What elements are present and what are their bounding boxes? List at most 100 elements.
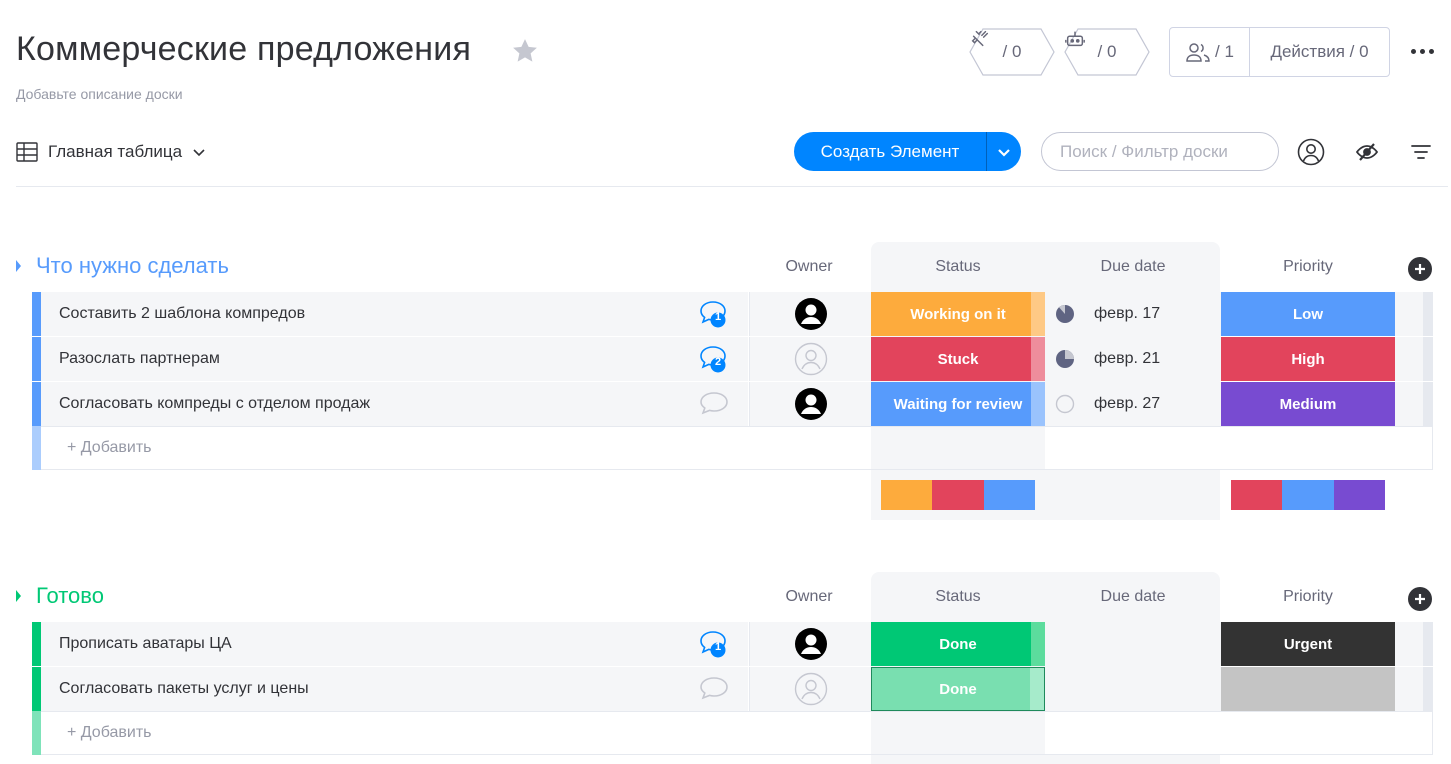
due-date-cell[interactable]	[1045, 667, 1221, 711]
header-divider	[16, 186, 1448, 187]
members-button[interactable]: / 1	[1170, 28, 1250, 76]
add-item-input[interactable]: + Добавить	[41, 426, 1433, 470]
owner-cell[interactable]	[749, 622, 871, 666]
plus-icon	[1415, 594, 1425, 604]
activity-log-button[interactable]: Действия / 0	[1250, 42, 1389, 62]
status-label: Done	[939, 635, 977, 653]
priority-cell[interactable]: Urgent	[1221, 622, 1395, 666]
users-icon	[1186, 43, 1210, 62]
avatar-icon	[794, 628, 827, 660]
chat-bubble-empty-icon	[700, 677, 728, 700]
view-tab-label: Главная таблица	[48, 142, 183, 161]
owner-cell[interactable]	[749, 382, 871, 426]
owner-cell[interactable]	[749, 292, 871, 336]
column-header-owner[interactable]: Owner	[749, 588, 869, 606]
comments-button[interactable]	[697, 388, 731, 420]
priority-cell[interactable]: Low	[1221, 292, 1395, 336]
group-collapse-icon[interactable]	[14, 588, 22, 604]
status-cell[interactable]: Stuck	[871, 337, 1045, 381]
comment-count: 2	[714, 356, 722, 368]
add-column-button[interactable]	[1408, 587, 1432, 611]
robot-icon	[1065, 31, 1085, 47]
due-date-cell[interactable]: февр. 27	[1045, 382, 1221, 426]
group-collapse-icon[interactable]	[14, 258, 22, 274]
comment-count: 1	[714, 641, 722, 653]
automations-count: / 0	[1097, 42, 1117, 61]
column-header-status[interactable]: Status	[871, 258, 1045, 276]
priority-label: Urgent	[1283, 635, 1333, 653]
filter-button[interactable]	[1406, 137, 1436, 167]
chevron-down-icon[interactable]	[192, 145, 206, 159]
column-header-status[interactable]: Status	[871, 588, 1045, 606]
owner-cell[interactable]	[749, 337, 871, 381]
integrations-button[interactable]: / 0	[969, 28, 1055, 76]
priority-cell[interactable]: High	[1221, 337, 1395, 381]
dot-icon	[1428, 48, 1434, 54]
chat-bubble-empty-icon	[700, 392, 728, 415]
priority-summary-bar[interactable]	[1231, 480, 1385, 510]
group-title-todo[interactable]: Что нужно сделать	[36, 253, 229, 279]
column-header-due-date[interactable]: Due date	[1045, 588, 1221, 606]
status-cell[interactable]: Done	[871, 622, 1045, 666]
due-date-cell[interactable]	[1045, 622, 1221, 666]
person-filter-button[interactable]	[1296, 137, 1326, 167]
clock-mostly-icon	[1056, 305, 1074, 323]
status-label: Stuck	[937, 350, 979, 368]
status-cell[interactable]: Working on it	[871, 292, 1045, 336]
due-date-cell[interactable]: февр. 17	[1045, 292, 1221, 336]
due-date-text: февр. 21	[1094, 350, 1161, 367]
add-column-button[interactable]	[1408, 257, 1432, 281]
owner-cell[interactable]	[749, 667, 871, 711]
column-header-priority[interactable]: Priority	[1221, 258, 1395, 276]
create-item-button-group: Создать Элемент	[794, 132, 1021, 171]
members-count: / 1	[1215, 42, 1234, 61]
empty-avatar-icon	[794, 672, 827, 706]
integrations-count: / 0	[1002, 42, 1022, 61]
filter-lines-icon	[1411, 145, 1431, 159]
due-date-text: февр. 27	[1094, 395, 1161, 412]
column-header-owner[interactable]: Owner	[749, 258, 869, 276]
priority-label: High	[1291, 350, 1325, 368]
status-label: Working on it	[910, 305, 1006, 323]
priority-cell[interactable]	[1221, 667, 1395, 711]
comments-button[interactable]: 1	[697, 298, 731, 330]
status-cell[interactable]: Waiting for review	[871, 382, 1045, 426]
board-title[interactable]: Коммерческие предложения	[16, 30, 471, 69]
comments-button[interactable]: 1	[697, 628, 731, 660]
status-cell[interactable]: Done	[871, 667, 1045, 711]
eye-hidden-icon	[1355, 143, 1379, 161]
column-header-due-date[interactable]: Due date	[1045, 258, 1221, 276]
avatar-icon	[794, 298, 827, 330]
board-description[interactable]: Добавьте описание доски	[16, 86, 183, 102]
create-item-dropdown[interactable]	[987, 132, 1021, 171]
item-name[interactable]: Составить 2 шаблона компредов	[41, 292, 748, 336]
item-name[interactable]: Согласовать пакеты услуг и цены	[41, 667, 748, 711]
column-header-priority[interactable]: Priority	[1221, 588, 1395, 606]
due-date-cell[interactable]: февр. 21	[1045, 337, 1221, 381]
item-name[interactable]: Прописать аватары ЦА	[41, 622, 748, 666]
clock-empty-icon	[1055, 394, 1075, 414]
empty-avatar-icon	[794, 342, 827, 376]
item-name[interactable]: Разослать партнерам	[41, 337, 748, 381]
board-search-input[interactable]	[1041, 132, 1279, 171]
dot-icon	[1419, 48, 1425, 54]
create-item-button[interactable]: Создать Элемент	[794, 132, 986, 171]
chevron-down-icon	[998, 148, 1010, 157]
more-options-button[interactable]	[1405, 38, 1439, 64]
priority-label: Medium	[1279, 395, 1337, 413]
main-table-view-tab[interactable]: Главная таблица	[16, 138, 206, 166]
status-summary-bar[interactable]	[881, 480, 1035, 510]
comments-button[interactable]: 2	[697, 343, 731, 375]
priority-cell[interactable]: Medium	[1221, 382, 1395, 426]
person-circle-icon	[1297, 138, 1325, 166]
status-date-column-bg	[871, 242, 1220, 520]
hide-columns-button[interactable]	[1352, 137, 1382, 167]
add-item-input[interactable]: + Добавить	[41, 711, 1433, 755]
group-title-done[interactable]: Готово	[36, 583, 104, 609]
automations-button[interactable]: / 0	[1064, 28, 1150, 76]
favorite-star-icon[interactable]	[510, 36, 540, 66]
comments-button[interactable]	[697, 673, 731, 705]
item-name[interactable]: Согласовать компреды с отделом продаж	[41, 382, 748, 426]
plus-icon	[1415, 264, 1425, 274]
dot-icon	[1410, 48, 1416, 54]
